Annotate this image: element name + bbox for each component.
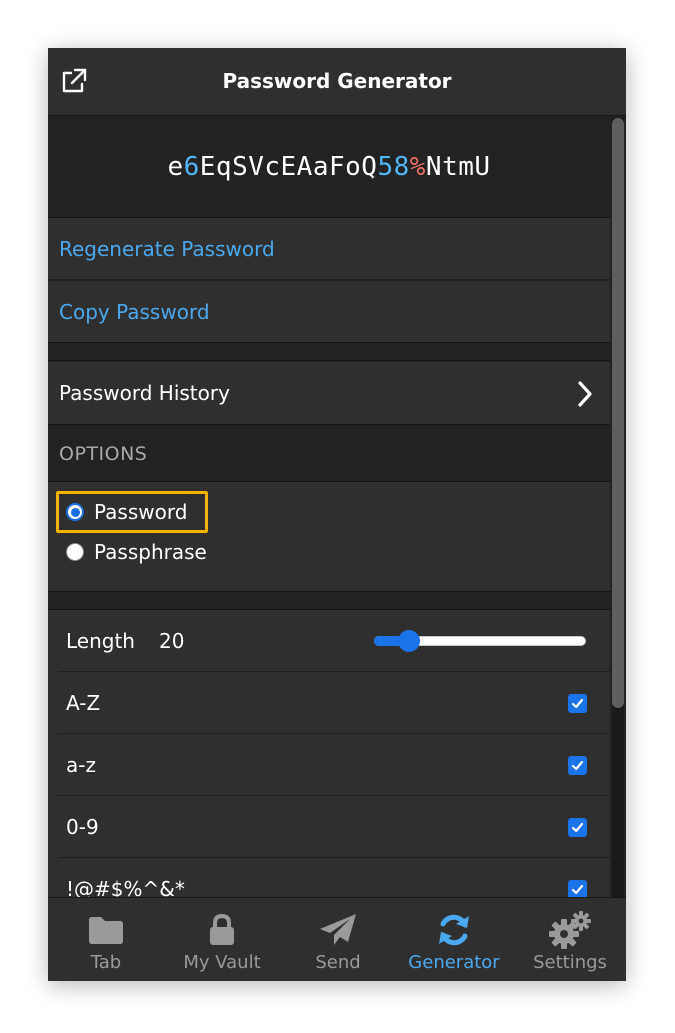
gears-icon (512, 910, 626, 950)
password-segment: % (409, 151, 426, 182)
tab-send-label: Send (315, 952, 361, 973)
header: Password Generator (48, 48, 626, 116)
option-numbers-label: 0-9 (66, 814, 99, 839)
password-segment: NtmU (425, 151, 491, 182)
radio-passphrase[interactable]: Passphrase (66, 540, 207, 564)
password-segment: EqSVcEAaFoQ (199, 151, 378, 182)
option-numbers-row[interactable]: 0-9 (58, 796, 610, 858)
tab-send[interactable]: Send (280, 898, 396, 981)
scrollbar[interactable] (612, 118, 624, 898)
password-segment: e (167, 151, 184, 182)
length-label: Length (66, 628, 135, 653)
regenerate-password-label: Regenerate Password (59, 236, 275, 261)
length-slider-thumb[interactable] (398, 630, 421, 652)
scrollbar-thumb[interactable] (612, 118, 624, 708)
password-history-row[interactable]: Password History (48, 362, 610, 425)
tab-settings-label: Settings (533, 952, 607, 973)
option-numbers-checkbox[interactable] (568, 818, 587, 837)
tab-settings[interactable]: Settings (512, 898, 626, 981)
length-value: 20 (159, 628, 185, 653)
section-spacer (48, 593, 610, 610)
tab-my-vault-label: My Vault (183, 952, 261, 973)
popout-icon[interactable] (59, 66, 89, 96)
radio-passphrase-control[interactable] (66, 543, 84, 561)
options-heading-label: OPTIONS (59, 442, 148, 465)
options-heading: OPTIONS (48, 426, 610, 482)
option-lowercase-label: a-z (66, 752, 96, 777)
length-slider[interactable] (374, 630, 586, 652)
tab-my-vault[interactable]: My Vault (164, 898, 280, 981)
password-generator-panel: Password Generator e 6 EqSVcEAaFoQ 58% NtmU … (48, 48, 626, 981)
option-lowercase-checkbox[interactable] (568, 756, 587, 775)
option-uppercase-checkbox[interactable] (568, 694, 587, 713)
copy-password-label: Copy Password (59, 299, 210, 324)
paper-plane-icon (280, 910, 396, 950)
copy-password-button[interactable]: Copy Password (48, 281, 610, 343)
password-history-label: Password History (59, 381, 230, 405)
option-uppercase-row[interactable]: A-Z (58, 672, 610, 734)
folder-icon (48, 910, 164, 950)
password-segment: 6 (183, 151, 200, 182)
section-spacer (48, 344, 610, 361)
generated-password: e 6 EqSVcEAaFoQ 58% NtmU (48, 116, 610, 218)
option-lowercase-row[interactable]: a-z (58, 734, 610, 796)
tab-generator[interactable]: Generator (396, 898, 512, 981)
radio-password-control[interactable] (66, 503, 84, 521)
tab-bar: Tab My Vault Send Generator Settings (48, 897, 626, 981)
length-row: Length 20 (58, 610, 610, 672)
tab-tab[interactable]: Tab (48, 898, 164, 981)
regenerate-password-button[interactable]: Regenerate Password (48, 218, 610, 280)
page-title: Password Generator (222, 69, 452, 93)
option-uppercase-label: A-Z (66, 690, 101, 715)
radio-passphrase-label: Passphrase (94, 540, 207, 564)
refresh-icon (396, 910, 512, 950)
password-segment: 58 (377, 151, 410, 182)
tab-tab-label: Tab (90, 952, 122, 973)
tab-generator-label: Generator (408, 952, 500, 973)
radio-password[interactable]: Password (66, 500, 187, 524)
lock-icon (164, 910, 280, 950)
chevron-right-icon (578, 381, 592, 407)
radio-password-label: Password (94, 500, 188, 524)
